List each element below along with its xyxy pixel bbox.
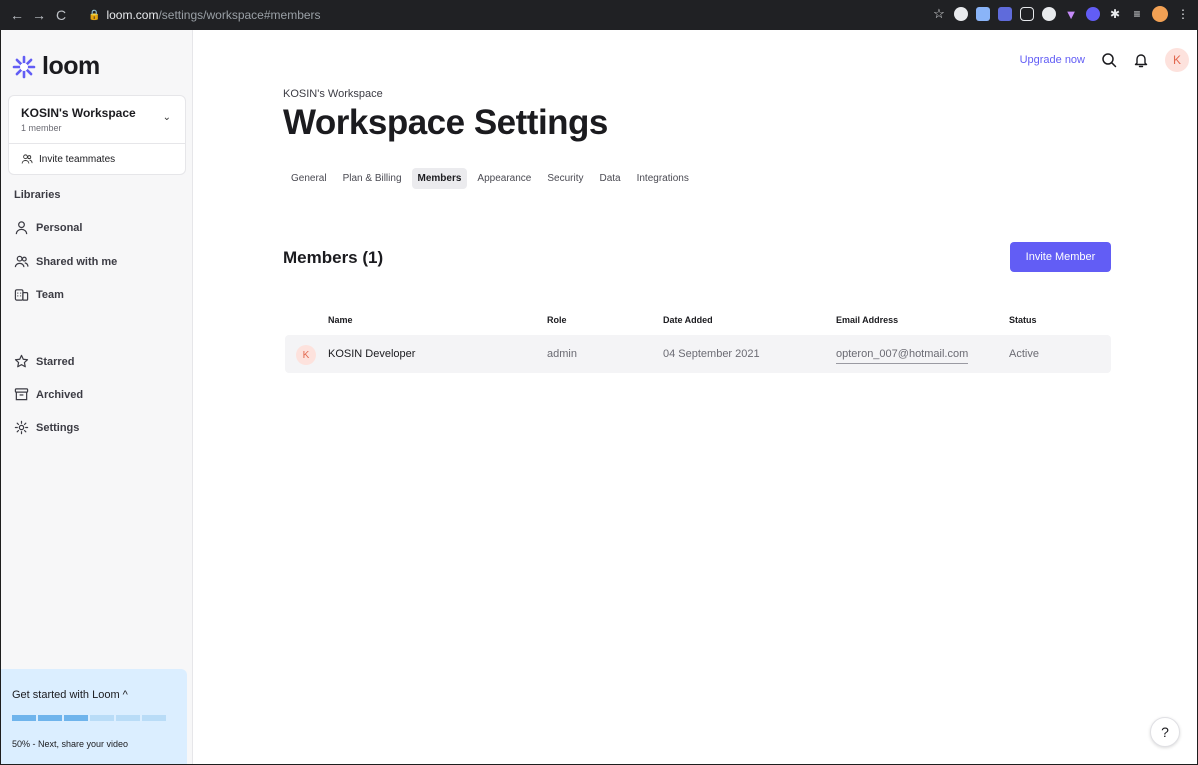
puzzle-icon[interactable]: ✱ [1108, 7, 1122, 21]
browser-toolbar: ← → C 🔒 loom.com/settings/workspace#memb… [0, 0, 1198, 30]
member-role[interactable]: admin [547, 348, 577, 360]
member-name: KOSIN Developer [328, 348, 416, 360]
chevron-down-icon: ⌄ [162, 112, 171, 123]
table-row[interactable]: K KOSIN Developer admin 04 September 202… [285, 335, 1111, 373]
bell-icon[interactable] [1133, 52, 1149, 68]
search-icon[interactable] [1101, 52, 1117, 68]
progress-segment [90, 715, 114, 721]
people-icon [14, 255, 29, 268]
vue-devtools-icon[interactable]: ▼ [1064, 7, 1078, 22]
workspace-switcher[interactable]: KOSIN's Workspace 1 member ⌄ [9, 96, 185, 144]
members-heading: Members (1) [283, 248, 384, 267]
lock-icon: 🔒 [88, 9, 101, 21]
get-started-panel[interactable]: Get started with Loom ^ 50% - Next, shar… [1, 669, 187, 764]
sidebar-item-label: Shared with me [36, 255, 118, 268]
star-icon [14, 354, 29, 368]
upgrade-link[interactable]: Upgrade now [1020, 54, 1085, 66]
invite-teammates-button[interactable]: Invite teammates [9, 144, 185, 174]
tab-security[interactable]: Security [541, 168, 589, 189]
extension-icons: ☆ ▼ ✱ ≡ ⋮ [932, 6, 1190, 22]
help-button[interactable]: ? [1150, 717, 1180, 747]
user-avatar[interactable]: K [1165, 48, 1189, 72]
loom-logo[interactable]: loom [12, 52, 100, 81]
sidebar-item-personal[interactable]: Personal [14, 220, 82, 235]
sidebar-item-label: Archived [36, 388, 84, 401]
loom-logo-icon [12, 55, 36, 78]
tab-data[interactable]: Data [593, 168, 626, 189]
workspace-name: KOSIN's Workspace [21, 106, 136, 120]
archive-icon [14, 388, 29, 401]
column-header-email: Email Address [836, 315, 899, 325]
progress-segment [116, 715, 140, 721]
member-email[interactable]: opteron_007@hotmail.com [836, 348, 969, 364]
get-started-note: 50% - Next, share your video [12, 739, 129, 749]
column-header-name: Name [328, 315, 353, 325]
url-path: /settings/workspace#members [158, 8, 321, 22]
building-icon [14, 289, 29, 301]
member-date-added: 04 September 2021 [663, 348, 760, 360]
workspace-member-count: 1 member [21, 123, 62, 133]
sidebar-item-archived[interactable]: Archived [14, 387, 83, 402]
sidebar-item-team[interactable]: Team [14, 287, 64, 302]
pocket-icon[interactable] [1020, 7, 1034, 21]
column-header-role: Role [547, 315, 567, 325]
breadcrumb: KOSIN's Workspace [283, 88, 383, 100]
sidebar-item-settings[interactable]: Settings [14, 420, 79, 435]
sidebar: loom KOSIN's Workspace 1 member ⌄ Invite… [1, 30, 193, 764]
progress-segment [64, 715, 88, 721]
column-header-date-added: Date Added [663, 315, 713, 325]
menu-dots-icon[interactable]: ⋮ [1176, 7, 1190, 21]
bookmark-star-icon[interactable]: ☆ [932, 6, 946, 21]
address-bar[interactable]: 🔒 loom.com/settings/workspace#members [88, 4, 868, 26]
get-started-title: Get started with Loom ^ [12, 689, 128, 701]
gear-icon [14, 420, 29, 435]
header-actions: Upgrade now K [1020, 48, 1189, 72]
profile-avatar-icon[interactable] [1152, 6, 1168, 22]
libraries-heading: Libraries [14, 189, 61, 201]
tab-general[interactable]: General [285, 168, 333, 189]
extension-icon[interactable] [998, 7, 1012, 21]
invite-teammates-label: Invite teammates [39, 153, 116, 165]
tab-plan-billing[interactable]: Plan & Billing [337, 168, 408, 189]
tab-integrations[interactable]: Integrations [631, 168, 695, 189]
sidebar-item-label: Team [36, 288, 64, 301]
back-arrow-icon[interactable]: ← [6, 7, 28, 23]
tab-appearance[interactable]: Appearance [471, 168, 537, 189]
progress-segment [142, 715, 166, 721]
extension-icon[interactable] [976, 7, 990, 21]
page-title: Workspace Settings [283, 103, 608, 142]
tab-members[interactable]: Members [411, 168, 468, 189]
sidebar-item-label: Starred [36, 355, 75, 368]
sidebar-item-shared[interactable]: Shared with me [14, 254, 117, 269]
workspace-card: KOSIN's Workspace 1 member ⌄ Invite team… [8, 95, 186, 175]
logo-text: loom [42, 52, 100, 80]
member-avatar: K [296, 345, 316, 365]
progress-segment [38, 715, 62, 721]
settings-tabs: General Plan & Billing Members Appearanc… [285, 168, 695, 189]
invite-member-button[interactable]: Invite Member [1010, 242, 1111, 272]
loom-extension-icon[interactable] [1086, 7, 1100, 21]
member-status: Active [1009, 348, 1039, 360]
person-icon [15, 221, 28, 235]
extension-icon[interactable] [954, 7, 968, 21]
forward-arrow-icon[interactable]: → [28, 7, 50, 23]
reading-list-icon[interactable]: ≡ [1130, 7, 1144, 21]
reload-icon[interactable]: C [50, 7, 72, 23]
progress-segment [12, 715, 36, 721]
sidebar-item-label: Personal [36, 221, 83, 234]
chevron-up-icon: ^ [122, 689, 128, 701]
sidebar-item-label: Settings [36, 421, 80, 434]
get-started-progress [12, 715, 166, 721]
url-domain: loom.com [106, 8, 159, 22]
extension-icon[interactable] [1042, 7, 1056, 21]
loom-app: loom KOSIN's Workspace 1 member ⌄ Invite… [1, 30, 1197, 764]
sidebar-item-starred[interactable]: Starred [14, 354, 75, 369]
people-icon [21, 154, 33, 164]
column-header-status: Status [1009, 315, 1037, 325]
